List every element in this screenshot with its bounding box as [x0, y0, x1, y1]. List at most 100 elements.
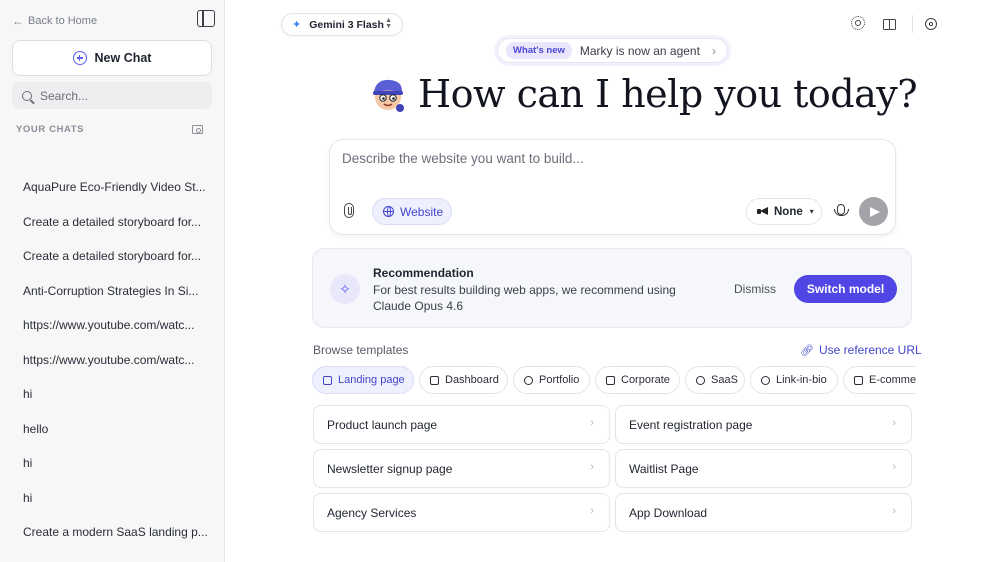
megaphone-icon	[757, 207, 769, 216]
settings-gear-icon[interactable]	[925, 18, 937, 30]
search-input[interactable]	[40, 88, 200, 103]
theme-toggle-icon[interactable]	[851, 16, 865, 30]
microphone-icon[interactable]	[834, 204, 849, 216]
chat-item[interactable]: https://www.youtube.com/watc...	[12, 343, 212, 378]
style-dropdown-label: None	[774, 205, 803, 218]
chevron-down-icon: ▾	[809, 207, 814, 216]
tab-label: Landing page	[338, 374, 405, 386]
shopping-bag-icon	[854, 375, 863, 385]
page-title: How can I help you today?	[418, 72, 918, 116]
attach-paperclip-icon[interactable]	[344, 203, 354, 218]
tab-label: Corporate	[621, 374, 670, 386]
divider	[912, 15, 913, 33]
chevron-right-icon: ›	[892, 505, 896, 517]
template-card-label: Waitlist Page	[629, 461, 699, 476]
template-card[interactable]: Newsletter signup page ›	[313, 449, 610, 488]
tab-portfolio[interactable]: Portfolio	[513, 366, 590, 394]
model-selector[interactable]: ✦ Gemini 3 Flash ▲ ▼	[281, 13, 403, 36]
chat-item[interactable]: hello	[12, 412, 212, 447]
building-icon	[606, 375, 615, 385]
announcement-pill[interactable]: What's new Marky is now an agent ›	[497, 38, 728, 63]
tab-label: Portfolio	[539, 374, 580, 386]
hero: How can I help you today?	[368, 72, 918, 116]
tab-dashboard[interactable]: Dashboard	[419, 366, 508, 394]
use-reference-url-link[interactable]: 🔗︎ Use reference URL	[800, 343, 922, 357]
chat-item[interactable]: hi	[12, 446, 212, 481]
your-chats-heading: YOUR CHATS	[16, 124, 85, 135]
chevron-right-icon: ›	[712, 44, 716, 58]
reference-url-label: Use reference URL	[818, 343, 922, 357]
announcement-text: Marky is now an agent	[579, 43, 700, 58]
recommendation-body: For best results building web apps, we r…	[373, 283, 676, 313]
arrow-left-icon: ←	[12, 14, 24, 28]
website-mode-label: Website	[400, 204, 444, 219]
chat-item[interactable]: hi	[12, 377, 212, 412]
mascot-avatar-icon	[368, 74, 408, 114]
template-card-label: Newsletter signup page	[327, 461, 453, 476]
chevron-right-icon: ›	[590, 417, 594, 429]
tab-label: E-commerce	[869, 374, 916, 386]
recommendation-title: Recommendation	[373, 266, 474, 280]
template-card-label: App Download	[629, 505, 708, 520]
recommendation-card: ✧ Recommendation For best results buildi…	[312, 248, 912, 328]
switch-model-button[interactable]: Switch model	[794, 275, 897, 303]
tab-label: Link-in-bio	[776, 374, 827, 386]
style-dropdown[interactable]: None ▾	[746, 198, 822, 225]
bar-chart-icon	[430, 375, 439, 385]
tab-corporate[interactable]: Corporate	[595, 366, 680, 394]
cloud-icon	[696, 375, 705, 385]
model-label: Gemini 3 Flash	[309, 18, 384, 31]
template-card-label: Product launch page	[327, 417, 438, 432]
website-mode-button[interactable]: Website	[372, 198, 452, 225]
chevron-right-icon: ›	[892, 461, 896, 473]
chat-item[interactable]: Create a modern SaaS landing p...	[12, 515, 212, 550]
tab-saas[interactable]: SaaS	[685, 366, 745, 394]
chevron-up-down-icon: ▲ ▼	[385, 17, 392, 30]
chat-item[interactable]: AquaPure Eco-Friendly Video St...	[12, 170, 212, 205]
chat-item[interactable]: Create a detailed storyboard for...	[12, 205, 212, 240]
tab-e-commerce[interactable]: E-commerce	[843, 366, 916, 394]
user-icon	[524, 375, 533, 385]
template-card[interactable]: Waitlist Page ›	[615, 449, 912, 488]
chat-item[interactable]: Anti-Corruption Strategies In Si...	[12, 274, 212, 309]
new-chat-label: New Chat	[94, 51, 152, 65]
template-card-label: Agency Services	[327, 505, 417, 520]
book-icon[interactable]	[883, 19, 896, 30]
prompt-input[interactable]	[342, 151, 882, 181]
back-to-home-label: Back to Home	[28, 15, 98, 27]
template-card[interactable]: Product launch page ›	[313, 405, 610, 444]
layout-icon	[323, 375, 332, 385]
tab-label: SaaS	[711, 374, 738, 386]
chat-list: AquaPure Eco-Friendly Video St... Create…	[12, 170, 212, 550]
chevron-right-icon: ›	[590, 461, 594, 473]
link-icon	[761, 375, 770, 385]
whats-new-badge: What's new	[506, 42, 572, 59]
template-card[interactable]: App Download ›	[615, 493, 912, 532]
sparkles-icon: ✧	[330, 274, 360, 304]
chat-item[interactable]: https://www.youtube.com/watc...	[12, 308, 212, 343]
dismiss-button[interactable]: Dismiss	[734, 282, 776, 296]
template-category-tabs: Landing page Dashboard Portfolio Corpora…	[312, 366, 916, 394]
new-chat-button[interactable]: New Chat	[12, 40, 212, 76]
browse-templates-label: Browse templates	[313, 343, 409, 357]
chevron-right-icon: ›	[892, 417, 896, 429]
chat-item[interactable]: Create a detailed storyboard for...	[12, 239, 212, 274]
new-folder-icon[interactable]	[192, 125, 203, 134]
template-card[interactable]: Event registration page ›	[615, 405, 912, 444]
tab-label: Dashboard	[445, 374, 499, 386]
back-to-home-link[interactable]: ← Back to Home	[12, 14, 97, 28]
tab-landing-page[interactable]: Landing page	[312, 366, 414, 394]
chat-item[interactable]: hi	[12, 481, 212, 516]
template-card-label: Event registration page	[629, 417, 753, 432]
sidebar: ← Back to Home New Chat YOUR CHATS AquaP…	[0, 0, 225, 562]
send-button[interactable]	[859, 197, 888, 226]
template-card[interactable]: Agency Services ›	[313, 493, 610, 532]
link-icon: 🔗︎	[800, 344, 814, 357]
plus-circle-icon	[72, 51, 87, 65]
search-icon	[22, 90, 32, 101]
tab-link-in-bio[interactable]: Link-in-bio	[750, 366, 838, 394]
globe-icon	[383, 206, 394, 217]
prompt-box: Website None ▾	[329, 139, 896, 235]
search-box	[12, 82, 212, 109]
sidebar-toggle-icon[interactable]	[197, 10, 215, 27]
